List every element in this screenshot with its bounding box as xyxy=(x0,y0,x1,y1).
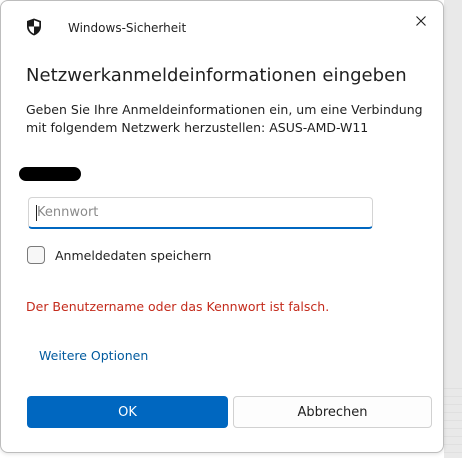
title-bar: Windows-Sicherheit xyxy=(1,1,443,41)
password-field[interactable] xyxy=(28,197,373,229)
credential-dialog: Windows-Sicherheit Netzwerkanmeldeinform… xyxy=(0,0,444,453)
background-window-edge xyxy=(444,0,462,458)
close-icon xyxy=(416,16,426,26)
dialog-description: Geben Sie Ihre Anmeldeinformationen ein,… xyxy=(26,102,423,135)
window-title: Windows-Sicherheit xyxy=(68,21,187,35)
background-window-lines xyxy=(444,388,462,458)
text-caret xyxy=(36,205,37,221)
remember-credentials-checkbox[interactable] xyxy=(27,246,45,264)
ok-button[interactable]: OK xyxy=(27,396,228,428)
dialog-heading: Netzwerkanmeldeinformationen eingeben xyxy=(26,65,407,86)
cancel-button[interactable]: Abbrechen xyxy=(233,396,432,428)
more-options-link[interactable]: Weitere Optionen xyxy=(39,348,148,363)
remember-credentials-label[interactable]: Anmeldedaten speichern xyxy=(55,248,211,263)
shield-icon xyxy=(27,18,41,36)
error-message: Der Benutzername oder das Kennwort ist f… xyxy=(26,299,330,314)
close-button[interactable] xyxy=(402,8,440,34)
redacted-username-label xyxy=(19,167,81,181)
